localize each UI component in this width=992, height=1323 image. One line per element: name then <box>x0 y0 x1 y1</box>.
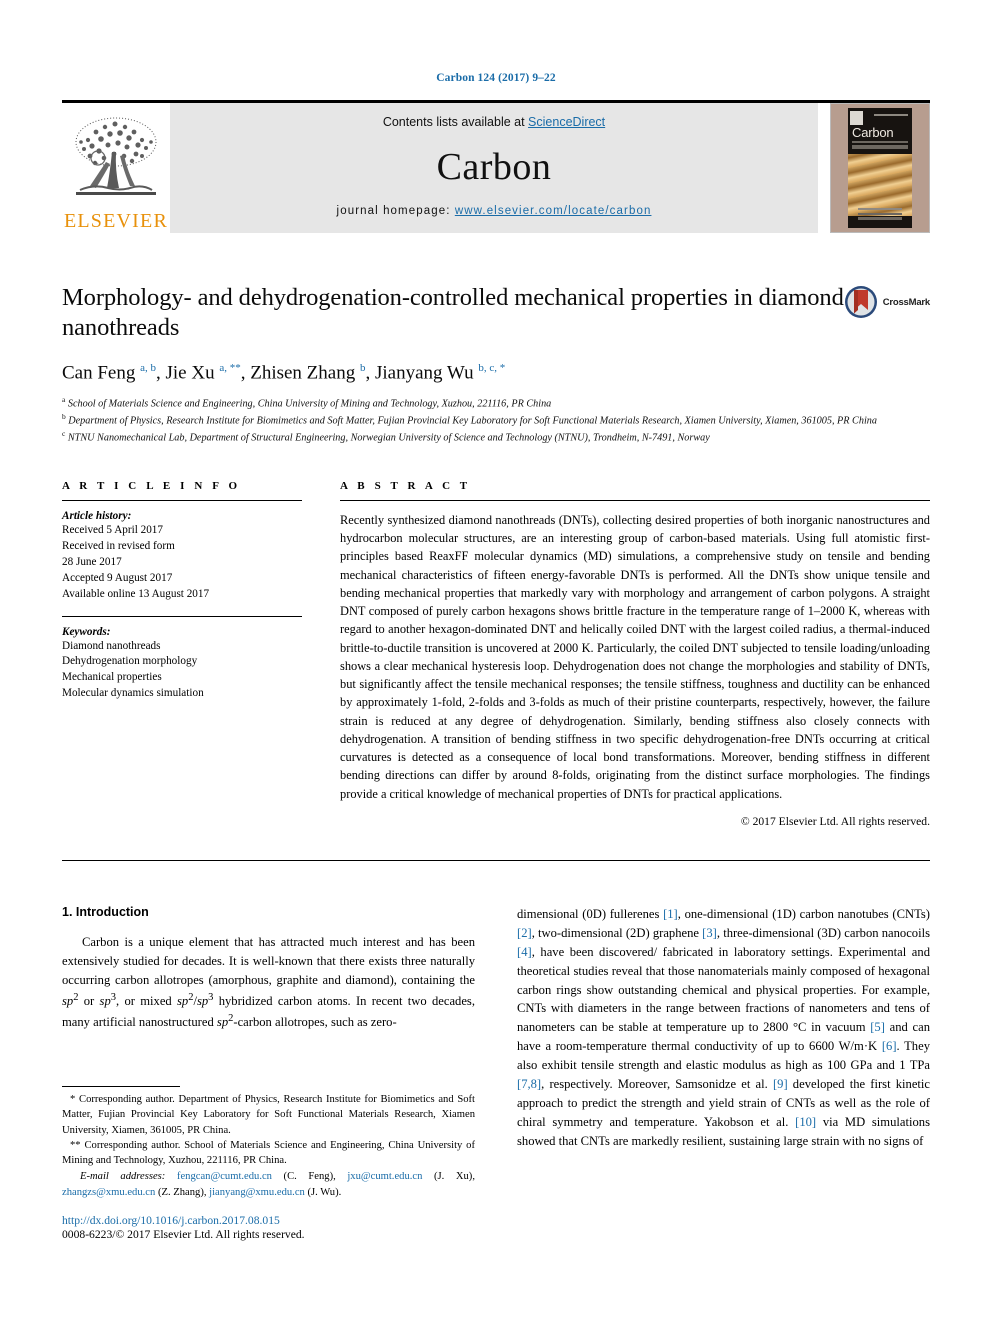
abstract-copyright: © 2017 Elsevier Ltd. All rights reserved… <box>740 815 930 829</box>
affiliation-text: School of Materials Science and Engineer… <box>67 398 552 410</box>
cover-top-rule <box>874 114 908 116</box>
elsevier-wordmark: ELSEVIER <box>63 210 169 232</box>
author-list: Can Feng a, b, Jie Xu a, **, Zhisen Zhan… <box>62 361 506 384</box>
crossmark-badge[interactable]: CrossMark <box>844 285 930 319</box>
article-history-label: Article history: <box>62 510 132 522</box>
history-line: Received 5 April 2017 <box>62 524 163 536</box>
article-history-group: Article history: Received 5 April 2017 R… <box>62 510 302 603</box>
intro-paragraph-left: Carbon is a unique element that has attr… <box>62 935 475 1029</box>
abstract-text: Recently synthesized diamond nanothreads… <box>340 513 930 801</box>
journal-homepage-line: journal homepage: www.elsevier.com/locat… <box>337 205 652 217</box>
section-heading-introduction: 1. Introduction <box>62 905 149 919</box>
journal-article-page: Carbon 124 (2017) 9–22 ELSEVIER Contents… <box>0 0 992 1323</box>
doi-link[interactable]: http://dx.doi.org/10.1016/j.carbon.2017.… <box>62 1214 475 1227</box>
article-info-heading: A R T I C L E I N F O <box>62 480 241 492</box>
keyword-item: Dehydrogenation morphology <box>62 655 198 668</box>
contents-available-line: Contents lists available at ScienceDirec… <box>383 115 605 129</box>
email-label: E-mail addresses: <box>80 1171 166 1183</box>
corresponding-author-note-1: * Corresponding author. Department of Ph… <box>62 1094 475 1136</box>
title-block: CrossMark Morphology- and dehydrogenatio… <box>62 283 930 447</box>
cover-badge-icon <box>850 111 863 125</box>
keywords-label: Keywords: <box>62 625 111 638</box>
issn-copyright-line: 0008-6223/© 2017 Elsevier Ltd. All right… <box>62 1227 305 1241</box>
affiliation-marker: a <box>62 395 66 405</box>
email-addresses-note: E-mail addresses: fengcan@cumt.edu.cn (C… <box>62 1169 475 1200</box>
affiliation-list: a School of Materials Science and Engine… <box>62 395 930 447</box>
affiliation-text: Department of Physics, Research Institut… <box>68 415 877 427</box>
corresponding-author-note-2: ** Corresponding author. School of Mater… <box>62 1139 475 1166</box>
elsevier-tree-icon <box>75 117 157 195</box>
contents-prefix-text: Contents lists available at <box>382 115 529 129</box>
masthead-center-panel: Contents lists available at ScienceDirec… <box>170 103 818 233</box>
info-abstract-section: A R T I C L E I N F O Article history: R… <box>62 480 930 828</box>
sciencedirect-link[interactable]: ScienceDirect <box>528 115 605 129</box>
body-separator-rule <box>62 860 930 861</box>
crossmark-icon <box>844 286 877 318</box>
history-line: 28 June 2017 <box>62 555 122 568</box>
footnote-block: * Corresponding author. Department of Ph… <box>62 1086 475 1241</box>
body-column-right: dimensional (0D) fullerenes [1], one-dim… <box>517 905 930 1151</box>
affiliation-item: c NTNU Nanomechanical Lab, Department of… <box>62 429 930 446</box>
affiliation-item: b Department of Physics, Research Instit… <box>62 412 930 429</box>
history-line: Accepted 9 August 2017 <box>62 571 173 584</box>
affiliation-marker: c <box>62 429 66 439</box>
cover-subtitle-lines <box>852 141 908 149</box>
cover-footer-lines <box>858 208 902 220</box>
abstract-heading: A B S T R A C T <box>340 480 471 492</box>
journal-masthead: ELSEVIER Contents lists available at Sci… <box>62 100 930 233</box>
journal-homepage-link[interactable]: www.elsevier.com/locate/carbon <box>455 205 652 217</box>
history-line: Available online 13 August 2017 <box>62 587 210 600</box>
cover-artwork <box>848 154 912 216</box>
journal-cover-thumbnail: Carbon <box>830 103 930 233</box>
intro-paragraph-right: dimensional (0D) fullerenes [1], one-dim… <box>517 907 930 1148</box>
homepage-prefix-text: journal homepage: <box>336 205 455 217</box>
crossmark-label: CrossMark <box>882 296 931 308</box>
article-info-separator <box>62 615 302 617</box>
cover-journal-title: Carbon <box>852 125 894 140</box>
keyword-item: Mechanical properties <box>62 671 162 684</box>
running-head: Carbon 124 (2017) 9–22 <box>436 72 556 84</box>
affiliation-marker: b <box>62 412 66 422</box>
elsevier-logo: ELSEVIER <box>62 103 170 233</box>
abstract-rule <box>340 500 930 501</box>
keyword-item: Molecular dynamics simulation <box>62 687 204 700</box>
keywords-group: Keywords: Diamond nanothreads Dehydrogen… <box>62 626 302 703</box>
affiliation-text: NTNU Nanomechanical Lab, Department of S… <box>67 432 710 444</box>
page-title: Morphology- and dehydrogenation-controll… <box>62 284 844 342</box>
journal-title: Carbon <box>436 146 552 188</box>
article-info-rule <box>62 500 302 501</box>
footnote-rule <box>62 1086 180 1087</box>
keyword-item: Diamond nanothreads <box>62 639 161 652</box>
history-line: Received in revised form <box>62 539 175 552</box>
doi-block: http://dx.doi.org/10.1016/j.carbon.2017.… <box>62 1214 475 1241</box>
affiliation-item: a School of Materials Science and Engine… <box>62 395 930 412</box>
